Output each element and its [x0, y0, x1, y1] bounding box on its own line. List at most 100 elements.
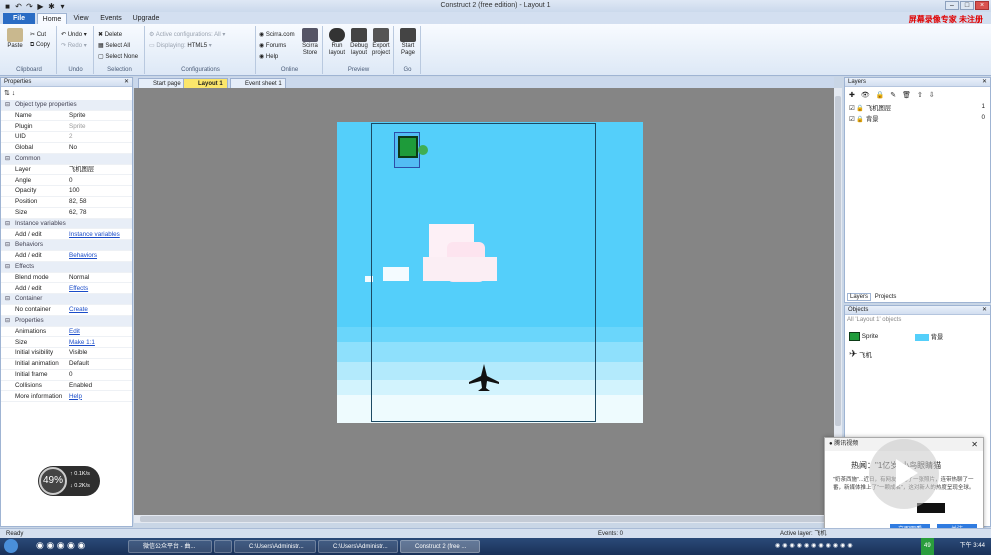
maximize-button[interactable]: □: [960, 1, 974, 10]
quicklaunch-icons[interactable]: ◉ ◉ ◉ ◉ ◉: [36, 540, 85, 551]
property-row[interactable]: Name Sprite: [1, 111, 132, 122]
property-row[interactable]: Initial visibility Visible: [1, 348, 132, 360]
property-row[interactable]: Layer 飞机图层: [1, 165, 132, 176]
tab-event-sheet-1[interactable]: Event sheet 1: [230, 78, 286, 88]
tab-upgrade[interactable]: Upgrade: [129, 13, 163, 24]
redo-button[interactable]: ↷ Redo ▾: [61, 42, 87, 49]
scirra-link[interactable]: ◉ Scirra.com: [259, 31, 295, 38]
clock[interactable]: 下午 3:44: [960, 538, 985, 555]
property-row[interactable]: Blend mode Normal: [1, 273, 132, 284]
collapse-icon[interactable]: ⊟: [5, 154, 10, 165]
property-section[interactable]: ⊟ Behaviors: [1, 240, 132, 252]
property-row[interactable]: Angle 0: [1, 176, 132, 187]
sort-icon[interactable]: ⇅ ↓: [4, 89, 15, 97]
property-link[interactable]: Create: [69, 305, 88, 316]
minimize-button[interactable]: –: [945, 1, 959, 10]
panel-close-icon[interactable]: ✕: [124, 78, 129, 87]
property-row[interactable]: Add / edit Behaviors: [1, 251, 132, 262]
property-row[interactable]: No container Create: [1, 305, 132, 316]
layer-row[interactable]: ☑ 🔒 背景 0: [849, 114, 987, 124]
property-section[interactable]: ⊟ Instance variables: [1, 218, 132, 230]
property-link[interactable]: Instance variables: [69, 230, 120, 241]
property-row[interactable]: Size Make 1:1: [1, 338, 132, 349]
start-page-button[interactable]: Start Page: [397, 28, 419, 57]
property-link[interactable]: Effects: [69, 284, 88, 295]
plane-sprite[interactable]: [469, 364, 499, 392]
collapse-icon[interactable]: ⊟: [5, 100, 10, 111]
property-row[interactable]: Add / edit Effects: [1, 284, 132, 295]
tab-home[interactable]: Home: [37, 13, 67, 24]
objects-filter[interactable]: All 'Layout 1' objects: [847, 317, 987, 326]
property-section[interactable]: ⊟ Container: [1, 294, 132, 306]
object-item[interactable]: 背景: [915, 332, 943, 341]
taskbar-item[interactable]: 微信公众平台 - 曲...: [128, 540, 212, 553]
tray-icons[interactable]: ◉◉◉◉◉◉◉◉◉◉◉: [775, 538, 855, 555]
collapse-icon[interactable]: ⊟: [5, 262, 10, 273]
property-row[interactable]: Size 62, 78: [1, 208, 132, 219]
property-row[interactable]: More information Help: [1, 392, 132, 403]
cut-button[interactable]: ✂ Cut: [30, 31, 46, 38]
property-row[interactable]: Opacity 100: [1, 186, 132, 198]
help-link[interactable]: ◉ Help: [259, 53, 278, 60]
layout-canvas[interactable]: [337, 122, 643, 423]
debug-layout-button[interactable]: Debug layout: [348, 28, 370, 57]
undo-button[interactable]: ↶ Undo ▾: [61, 31, 87, 38]
property-link[interactable]: Behaviors: [69, 251, 97, 262]
close-button[interactable]: ×: [975, 1, 989, 10]
select-all-button[interactable]: ▦ Select All: [98, 42, 130, 49]
property-row[interactable]: Animations Edit: [1, 327, 132, 338]
taskbar-item[interactable]: [214, 540, 232, 553]
popup-close-icon[interactable]: ✕: [971, 438, 978, 451]
scirra-store-button[interactable]: Scirra Store: [299, 28, 321, 57]
tab-projects[interactable]: Projects: [873, 294, 899, 300]
property-row[interactable]: Collisions Enabled: [1, 381, 132, 392]
forums-link[interactable]: ◉ Forums: [259, 42, 286, 49]
property-section[interactable]: ⊟ Properties: [1, 316, 132, 327]
paste-button[interactable]: Paste: [4, 28, 26, 50]
property-row[interactable]: Position 82, 58: [1, 197, 132, 208]
property-row[interactable]: UID 2: [1, 132, 132, 144]
taskbar-item[interactable]: Construct 2 (free ...: [400, 540, 480, 553]
delete-button[interactable]: ✖ Delete: [98, 31, 122, 38]
property-row[interactable]: Global No: [1, 143, 132, 154]
start-button[interactable]: [4, 539, 18, 553]
property-link[interactable]: Make 1:1: [69, 338, 95, 349]
run-layout-button[interactable]: Run layout: [326, 28, 348, 57]
property-row[interactable]: Add / edit Instance variables: [1, 230, 132, 241]
layers-toolbar[interactable]: ✚ 👁 🔒 ✎ 🗑 ⇧ ⇩: [849, 91, 937, 99]
collapse-icon[interactable]: ⊟: [5, 294, 10, 305]
tab-layers[interactable]: Layers: [847, 293, 872, 301]
tab-events[interactable]: Events: [96, 13, 126, 24]
property-row[interactable]: Initial frame 0: [1, 370, 132, 381]
select-none-button[interactable]: ▢ Select None: [98, 53, 138, 60]
collapse-icon[interactable]: ⊟: [5, 240, 10, 251]
active-configurations-select[interactable]: ⚙ Active configurations: All ▾: [149, 31, 225, 38]
layer-row[interactable]: ☑ 🔒 飞机图层 1: [849, 103, 987, 113]
property-link[interactable]: Help: [69, 392, 82, 403]
scroll-thumb[interactable]: [140, 516, 830, 522]
export-project-button[interactable]: Export project: [370, 28, 392, 57]
object-item[interactable]: Sprite: [849, 332, 878, 341]
property-link[interactable]: Edit: [69, 327, 80, 338]
property-row[interactable]: Initial animation Default: [1, 359, 132, 370]
tab-view[interactable]: View: [69, 13, 93, 24]
panel-close-icon[interactable]: ✕: [982, 78, 987, 87]
taskbar-item[interactable]: C:\Users\Administr...: [318, 540, 398, 553]
property-section[interactable]: ⊟ Effects: [1, 262, 132, 273]
property-section[interactable]: ⊟ Common: [1, 154, 132, 165]
tab-file[interactable]: File: [3, 13, 35, 24]
property-section[interactable]: ⊟ Object type properties: [1, 100, 132, 111]
collapse-icon[interactable]: ⊟: [5, 219, 10, 230]
object-item[interactable]: ✈ 飞机: [849, 349, 872, 360]
panel-close-icon[interactable]: ✕: [982, 306, 987, 315]
copy-button[interactable]: ⧉ Copy: [30, 42, 50, 49]
selected-sprite[interactable]: [394, 132, 428, 168]
collapse-icon[interactable]: ⊟: [5, 316, 10, 327]
scroll-thumb[interactable]: [835, 96, 841, 426]
property-row[interactable]: Plugin Sprite: [1, 122, 132, 133]
horizontal-scrollbar[interactable]: [134, 515, 842, 523]
displaying-select[interactable]: ▭ Displaying: HTML5 ▾: [149, 42, 212, 49]
tab-layout-1[interactable]: Layout 1: [183, 78, 228, 88]
play-overlay[interactable]: [869, 439, 939, 509]
taskbar-item[interactable]: C:\Users\Administr...: [234, 540, 316, 553]
